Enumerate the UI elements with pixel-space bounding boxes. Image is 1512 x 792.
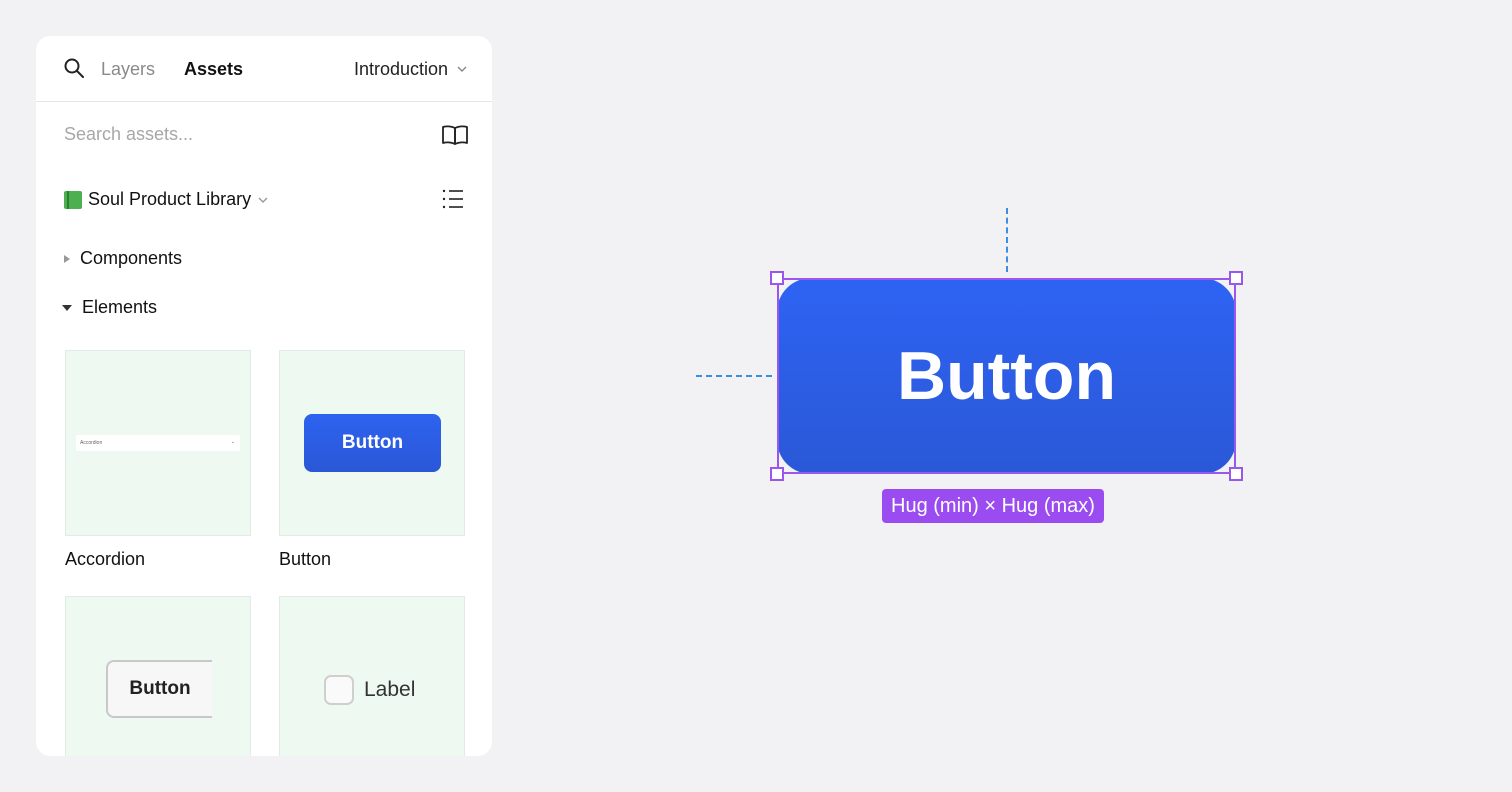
horizontal-guide-line	[696, 375, 772, 377]
chevron-down-icon: ⌄	[230, 439, 235, 445]
panel-header: Layers Assets Introduction	[36, 36, 492, 102]
resize-handle-bottom-left[interactable]	[770, 467, 784, 481]
page-select[interactable]: Introduction	[354, 58, 468, 80]
button-preview: Button	[304, 414, 441, 472]
asset-card-secondary-button[interactable]: Button	[65, 596, 251, 756]
asset-card-accordion[interactable]: Accordion ⌄	[65, 350, 251, 536]
canvas-button[interactable]: Button	[777, 278, 1236, 474]
resize-handle-top-right[interactable]	[1229, 271, 1243, 285]
secondary-button-preview: Button	[106, 660, 212, 718]
asset-card-checkbox[interactable]: Label	[279, 596, 465, 756]
triangle-right-icon	[64, 254, 70, 263]
checkbox-preview-label: Label	[364, 678, 416, 701]
triangle-down-icon	[62, 304, 72, 311]
asset-card-button[interactable]: Button	[279, 350, 465, 536]
book-icon[interactable]	[440, 123, 470, 147]
tree-item-components[interactable]: Components	[62, 248, 182, 269]
resize-handle-bottom-right[interactable]	[1229, 467, 1243, 481]
tree-item-label: Components	[80, 248, 183, 268]
chevron-down-icon	[457, 66, 467, 72]
list-icon[interactable]	[441, 187, 465, 211]
checkbox-preview: Label	[324, 675, 415, 705]
vertical-guide-line	[1006, 208, 1008, 272]
asset-card-label: Button	[279, 549, 332, 569]
search-row	[64, 124, 468, 148]
checkbox-box	[324, 675, 354, 705]
tab-layers[interactable]: Layers	[101, 58, 155, 80]
resize-handle-top-left[interactable]	[770, 271, 784, 285]
page-select-label: Introduction	[353, 59, 448, 79]
green-book-icon	[64, 190, 82, 209]
asset-card-label: Accordion	[65, 549, 146, 569]
chevron-down-icon	[258, 197, 268, 203]
accordion-preview: Accordion ⌄	[76, 435, 240, 451]
tab-assets[interactable]: Assets	[184, 58, 243, 80]
size-badge: Hug (min) × Hug (max)	[882, 489, 1104, 523]
search-icon[interactable]	[62, 56, 86, 80]
accordion-preview-text: Accordion	[80, 440, 103, 446]
search-input[interactable]	[64, 124, 404, 145]
tree-item-elements[interactable]: Elements	[62, 297, 157, 318]
assets-panel: Layers Assets Introduction Soul Product …	[36, 36, 492, 756]
library-select[interactable]: Soul Product Library	[64, 189, 269, 210]
tree-item-label: Elements	[82, 297, 158, 317]
library-name: Soul Product Library	[88, 189, 252, 209]
